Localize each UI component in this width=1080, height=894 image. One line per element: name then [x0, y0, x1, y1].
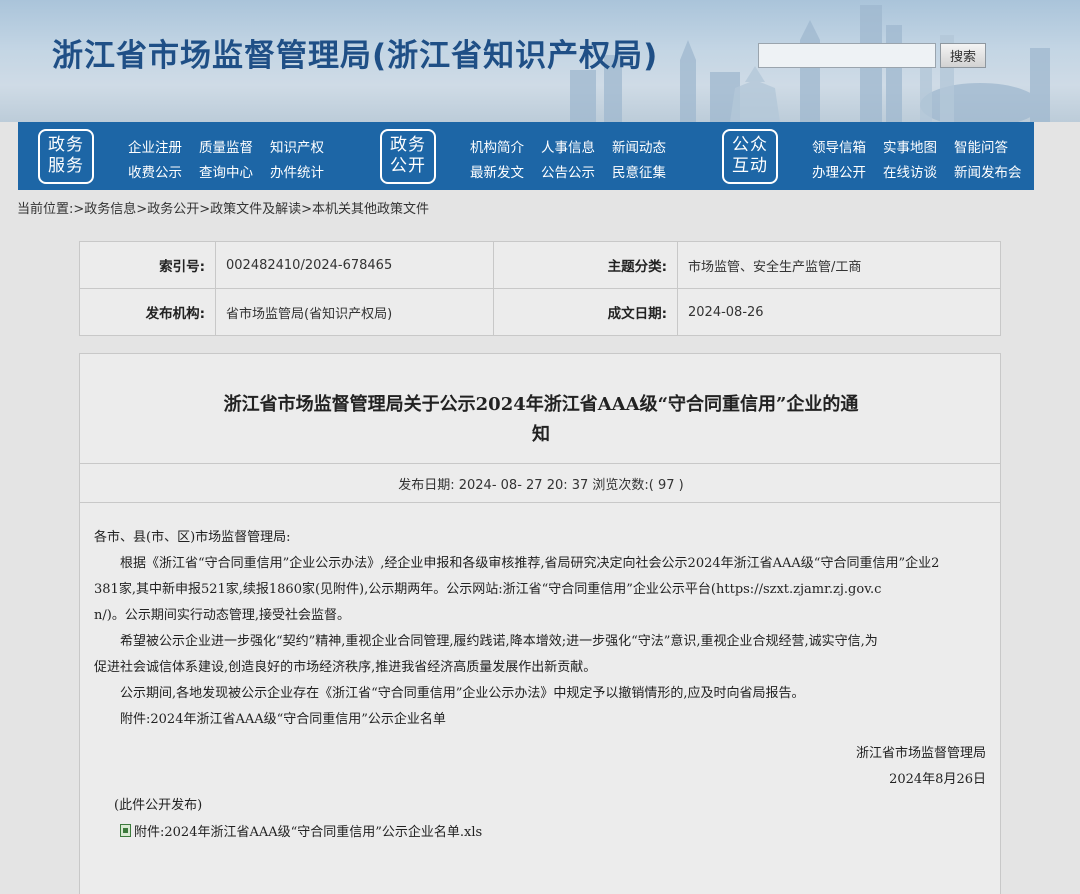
paragraph-line: n/)。公示期间实行动态管理,接受社会监督。 [94, 608, 350, 623]
site-title: 浙江省市场监督管理局(浙江省知识产权局) [52, 38, 659, 74]
nav-badge-line: 公开 [390, 156, 426, 176]
paragraph-line: 根据《浙江省“守合同重信用”企业公示办法》,经企业申报和各级审核推荐,省局研究决… [120, 556, 940, 571]
publisher-label: 发布机构: [79, 288, 216, 336]
topic-value: 市场监管、安全生产监管/工商 [677, 241, 1001, 289]
nav-group-government-service: 政务 服务 企业注册 质量监督 知识产权 收费公示 查询中心 办件统计 [18, 122, 358, 190]
topic-label: 主题分类: [493, 241, 678, 289]
search-button[interactable]: 搜索 [940, 43, 986, 68]
article-container: 浙江省市场监督管理局关于公示2024年浙江省AAA级“守合同重信用”企业的通 知… [79, 353, 1001, 894]
index-label: 索引号: [79, 241, 216, 289]
signature-org: 浙江省市场监督管理局 [855, 746, 986, 761]
nav-link-public-opinion[interactable]: 民意征集 [612, 161, 666, 181]
article-title-line: 知 [532, 424, 550, 445]
nav-link-announcements[interactable]: 公告公示 [541, 161, 595, 181]
nav-badge-government-service[interactable]: 政务 服务 [38, 129, 94, 184]
breadcrumb-prefix: 当前位置: [17, 202, 74, 217]
main-nav: 政务 服务 企业注册 质量监督 知识产权 收费公示 查询中心 办件统计 政务 公… [18, 122, 1034, 190]
nav-link-intellectual-property[interactable]: 知识产权 [270, 136, 324, 156]
nav-link-personnel-info[interactable]: 人事信息 [541, 136, 595, 156]
nav-link-query-center[interactable]: 查询中心 [199, 161, 253, 181]
signature-date: 2024年8月26日 [889, 772, 986, 787]
nav-group-government-disclosure: 政务 公开 机构简介 人事信息 新闻动态 最新发文 公告公示 民意征集 [360, 122, 700, 190]
nav-link-handling-disclosure[interactable]: 办理公开 [812, 161, 866, 181]
nav-link-agency-profile[interactable]: 机构简介 [470, 136, 524, 156]
nav-link-online-interview[interactable]: 在线访谈 [883, 161, 937, 181]
divider [80, 502, 1000, 503]
nav-badge-line: 政务 [390, 135, 426, 155]
attachment-filename: 附件:2024年浙江省AAA级“守合同重信用”公示企业名单.xls [134, 825, 483, 840]
index-value: 002482410/2024-678465 [215, 241, 494, 289]
nav-link-fee-disclosure[interactable]: 收费公示 [128, 161, 182, 181]
nav-link-leader-mailbox[interactable]: 领导信箱 [812, 136, 866, 156]
paragraph-line: 381家,其中新申报521家,续报1860家(见附件),公示期两年。公示网站:浙… [94, 582, 882, 597]
paragraph-line: 公示期间,各地发现被公示企业存在《浙江省“守合同重信用”企业公示办法》中规定予以… [120, 686, 805, 701]
salutation: 各市、县(市、区)市场监督管理局: [94, 530, 291, 545]
paragraph-line: 希望被公示企业进一步强化“契约”精神,重视企业合同管理,履约践诺,降本增效;进一… [120, 634, 878, 649]
nav-link-latest-documents[interactable]: 最新发文 [470, 161, 524, 181]
article-body: 各市、县(市、区)市场监督管理局: 根据《浙江省“守合同重信用”企业公示办法》,… [94, 525, 988, 733]
nav-badge-public-interaction[interactable]: 公众 互动 [722, 129, 778, 184]
breadcrumb-item-government-info[interactable]: >政务信息 [73, 202, 136, 217]
breadcrumb: 当前位置:>政务信息>政务公开>政策文件及解读>本机关其他政策文件 [17, 198, 429, 217]
nav-link-quality-supervision[interactable]: 质量监督 [199, 136, 253, 156]
nav-link-smart-qa[interactable]: 智能问答 [954, 136, 1008, 156]
date-label: 成文日期: [493, 288, 678, 336]
header-banner: 浙江省市场监督管理局(浙江省知识产权局) 搜索 [0, 0, 1080, 122]
divider [80, 463, 1000, 464]
breadcrumb-item-other-policy-documents[interactable]: >本机关其他政策文件 [301, 202, 429, 217]
date-value: 2024-08-26 [677, 288, 1001, 336]
nav-link-case-statistics[interactable]: 办件统计 [270, 161, 324, 181]
article-title: 浙江省市场监督管理局关于公示2024年浙江省AAA级“守合同重信用”企业的通 知 [80, 390, 1002, 450]
publisher-value: 省市场监管局(省知识产权局) [215, 288, 494, 336]
nav-badge-line: 服务 [48, 156, 84, 176]
excel-file-icon [120, 824, 131, 837]
nav-link-news[interactable]: 新闻动态 [612, 136, 666, 156]
nav-link-press-conference[interactable]: 新闻发布会 [954, 161, 1022, 181]
breadcrumb-item-government-disclosure[interactable]: >政务公开 [136, 202, 199, 217]
paragraph-line: 促进社会诚信体系建设,创造良好的市场经济秩序,推进我省经济高质量发展作出新贡献。 [94, 660, 597, 675]
breadcrumb-item-policy-documents[interactable]: >政策文件及解读 [199, 202, 301, 217]
public-release-note: (此件公开发布) [114, 798, 203, 813]
nav-link-enterprise-registration[interactable]: 企业注册 [128, 136, 182, 156]
article-title-line: 浙江省市场监督管理局关于公示2024年浙江省AAA级“守合同重信用”企业的通 [223, 394, 859, 415]
publish-info: 发布日期: 2024- 08- 27 20: 37 浏览次数:( 97 ) [398, 478, 684, 493]
attachment-download-link[interactable]: 附件:2024年浙江省AAA级“守合同重信用”公示企业名单.xls [120, 821, 482, 840]
nav-badge-line: 互动 [732, 156, 768, 176]
nav-badge-line: 公众 [732, 135, 768, 155]
nav-badge-line: 政务 [48, 135, 84, 155]
nav-group-public-interaction: 公众 互动 领导信箱 实事地图 智能问答 办理公开 在线访谈 新闻发布会 [702, 122, 1034, 190]
nav-badge-government-disclosure[interactable]: 政务 公开 [380, 129, 436, 184]
search-input[interactable] [758, 43, 936, 68]
attachment-line: 附件:2024年浙江省AAA级“守合同重信用”公示企业名单 [120, 712, 446, 727]
nav-link-project-map[interactable]: 实事地图 [883, 136, 937, 156]
document-meta-table: 索引号: 002482410/2024-678465 主题分类: 市场监管、安全… [79, 241, 1001, 336]
